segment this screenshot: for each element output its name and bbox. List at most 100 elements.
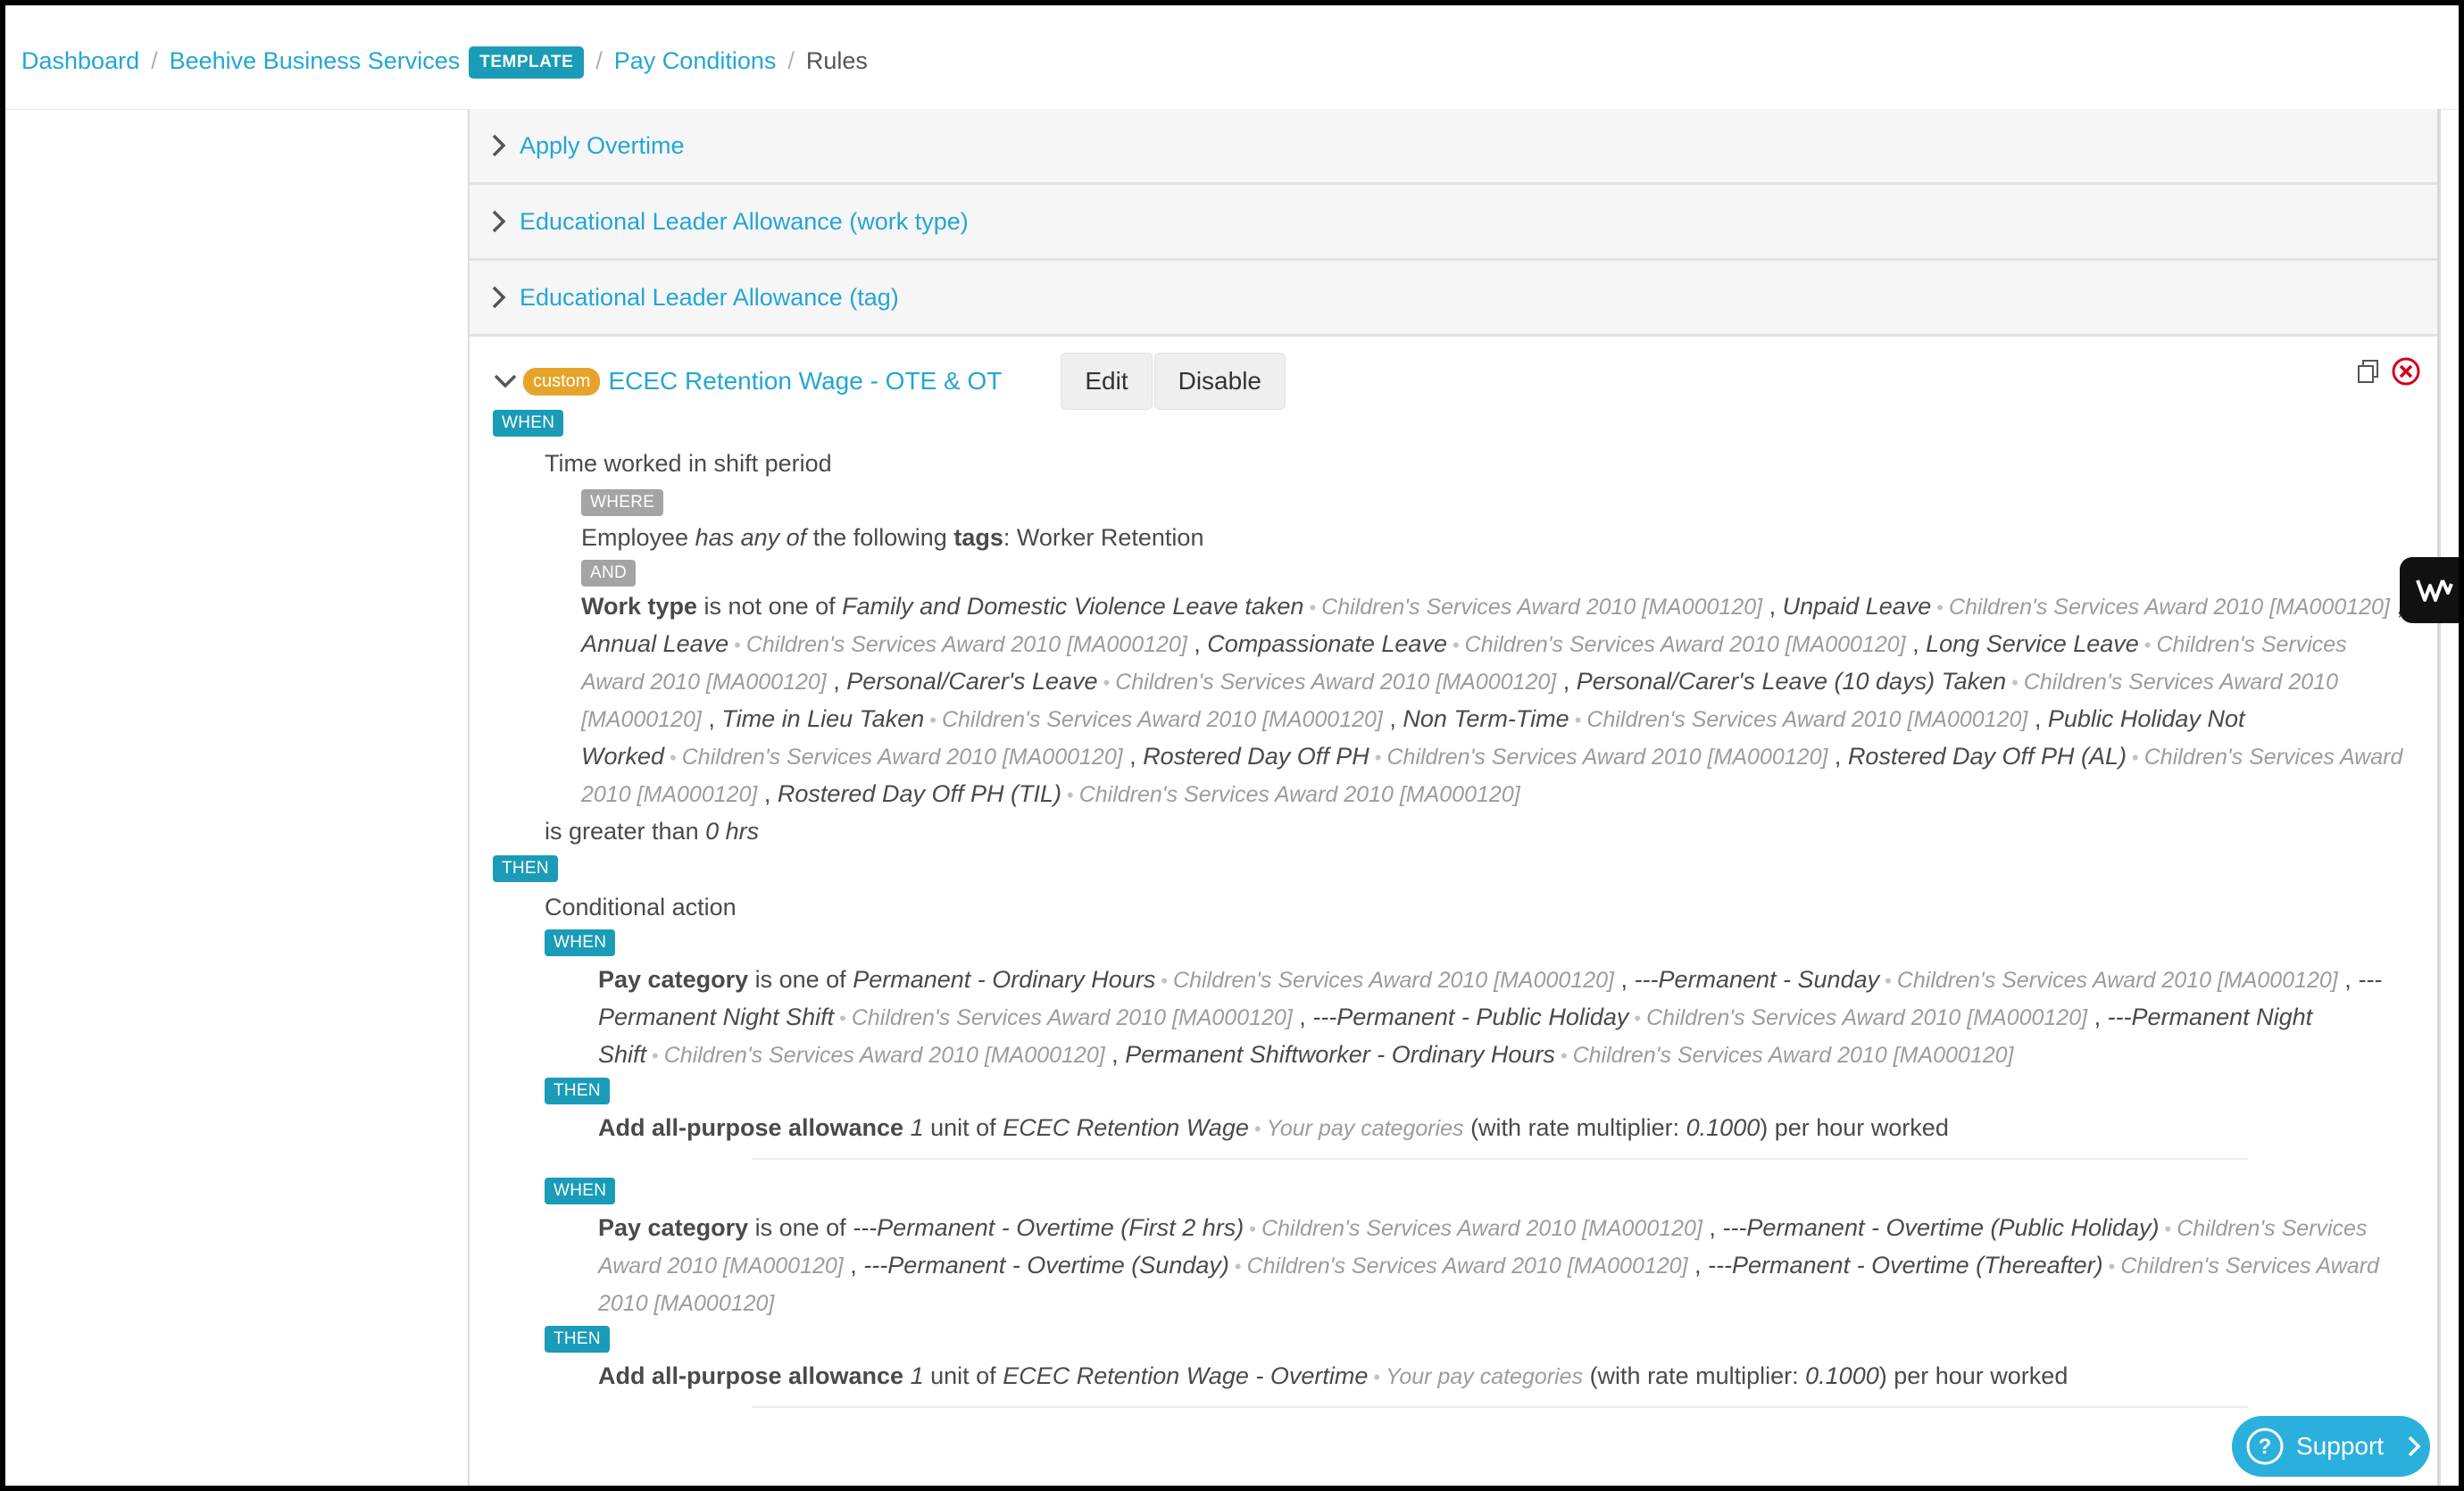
bullet-dot: • (839, 1007, 846, 1029)
breadcrumb: Dashboard / Beehive Business Services TE… (21, 37, 868, 84)
conditional-action-title: Conditional action (545, 894, 737, 920)
allowance-source: Your pay categories (1386, 1364, 1584, 1389)
pay-category-item: ---Permanent - Overtime (First 2 hrs) (853, 1214, 1244, 1241)
rules-panel: Apply Overtime Educational Leader Allowa… (468, 109, 2441, 1486)
chevron-right-icon (491, 279, 520, 315)
rule-name[interactable]: Educational Leader Allowance (work type) (520, 208, 969, 236)
where-tag: WHERE (581, 489, 664, 516)
then-block: THEN (493, 855, 2439, 882)
award-name: Children's Services Award 2010 [MA000120… (1173, 968, 1614, 993)
where-line: Employee has any of the following tags: … (581, 520, 2439, 556)
bullet-dot: • (1936, 596, 1944, 619)
action-unit-of: unit of (930, 1362, 996, 1389)
where-tags-word: tags (953, 524, 1003, 551)
award-name: Children's Services Award 2010 [MA000120… (1261, 1216, 1702, 1241)
list-separator: , (1186, 630, 1208, 657)
bullet-dot: • (1634, 1007, 1642, 1029)
list-separator: , (843, 1252, 864, 1279)
allowance-name: ECEC Retention Wage (1003, 1114, 1249, 1141)
when-block: WHEN (493, 410, 2439, 437)
scrollbar-track[interactable] (2437, 109, 2439, 1486)
edit-button[interactable]: Edit (1061, 353, 1153, 410)
list-separator: , (757, 780, 778, 807)
pay-category-operator: is one of (754, 1214, 846, 1241)
bullet-dot: • (652, 1045, 659, 1067)
bullet-dot: • (1161, 970, 1169, 992)
where-block: WHERE Employee has any of the following … (581, 489, 2439, 813)
bullet-dot: • (1234, 1255, 1242, 1278)
list-separator: , (1702, 1214, 1723, 1241)
award-name: Children's Services Award 2010 [MA000120… (941, 707, 1383, 732)
worktype-item: Unpaid Leave (1782, 593, 1932, 620)
multiplier-value: 0.1000 (1805, 1362, 1879, 1389)
multiplier-suffix: ) per hour worked (1878, 1362, 2069, 1389)
rule-name[interactable]: Educational Leader Allowance (tag) (520, 284, 899, 312)
list-separator: , (2027, 705, 2048, 732)
support-button[interactable]: ? Support (2232, 1416, 2430, 1477)
list-separator: , (2087, 1004, 2108, 1030)
bullet-dot: • (2132, 746, 2139, 769)
conditional-branch: WHEN Pay category is one of Permanent - O… (493, 929, 2439, 1160)
bullet-dot: • (929, 709, 936, 731)
worktype-operator: is not one of (703, 593, 836, 620)
breadcrumb-pay-conditions[interactable]: Pay Conditions (614, 47, 777, 75)
disable-button[interactable]: Disable (1153, 353, 1286, 410)
greater-than-line: is greater than 0 hrs (545, 813, 2439, 850)
award-name: Children's Services Award 2010 [MA000120… (851, 1005, 1293, 1030)
award-name: Children's Services Award 2010 [MA000120… (1321, 595, 1763, 620)
bullet-dot: • (1249, 1218, 1256, 1240)
bullet-dot: • (1452, 634, 1460, 656)
award-name: Children's Services Award 2010 [MA000120… (1572, 1043, 2014, 1068)
pay-category-item: Permanent - Ordinary Hours (853, 966, 1156, 993)
pay-category-item: ---Permanent - Overtime (Thereafter) (1708, 1252, 2103, 1279)
branch-then: THEN (545, 1078, 2439, 1104)
bullet-dot: • (1574, 709, 1582, 731)
rule-name[interactable]: ECEC Retention Wage - OTE & OT (608, 367, 1002, 396)
then-tag: THEN (545, 1326, 610, 1353)
action-label: Add all-purpose allowance (598, 1362, 904, 1389)
action-units: 1 (910, 1362, 924, 1389)
award-name: Children's Services Award 2010 [MA000120… (663, 1043, 1105, 1068)
w-logo-icon (2416, 579, 2453, 602)
chevron-right-icon (2408, 1436, 2421, 1457)
then-tag: THEN (493, 855, 558, 882)
chevron-down-icon[interactable] (493, 373, 520, 389)
worktype-item: Compassionate Leave (1207, 630, 1447, 657)
then-tag: THEN (545, 1078, 610, 1104)
worktype-item: Rostered Day Off PH (AL) (1847, 743, 2127, 770)
rule-row-educational-leader-work-type[interactable]: Educational Leader Allowance (work type) (470, 185, 2439, 261)
multiplier-prefix: (with rate multiplier: (1470, 1114, 1680, 1141)
pay-category-label: Pay category (598, 1214, 749, 1241)
breadcrumb-separator: / (787, 46, 795, 74)
breadcrumb-dashboard[interactable]: Dashboard (21, 47, 139, 75)
bullet-dot: • (1560, 1045, 1568, 1067)
breadcrumb-business[interactable]: Beehive Business Services (170, 47, 461, 75)
list-separator: , (701, 705, 722, 732)
pay-category-item: ---Permanent - Overtime (Public Holiday) (1722, 1214, 2160, 1241)
condition-subject: Time worked in shift period (545, 450, 832, 477)
rule-row-apply-overtime[interactable]: Apply Overtime (470, 109, 2439, 185)
breadcrumb-separator: / (595, 46, 603, 74)
when-tag: WHEN (545, 929, 616, 956)
list-separator: , (2337, 966, 2359, 993)
svg-text:?: ? (2259, 1435, 2272, 1459)
chevron-right-icon (491, 128, 520, 163)
pay-category-item: Permanent Shiftworker - Ordinary Hours (1125, 1041, 1555, 1068)
rule-row-educational-leader-tag[interactable]: Educational Leader Allowance (tag) (470, 261, 2439, 337)
action-unit-of: unit of (930, 1114, 996, 1141)
conditional-branch: WHEN Pay category is one of ---Permanent … (493, 1178, 2439, 1408)
award-name: Children's Services Award 2010 [MA000120… (1246, 1254, 1688, 1279)
rule-name[interactable]: Apply Overtime (520, 132, 685, 160)
copy-icon[interactable] (2355, 358, 2382, 389)
pay-category-label: Pay category (598, 966, 749, 993)
branch-then: THEN (545, 1326, 2439, 1353)
list-separator: , (826, 668, 847, 695)
award-name: Children's Services Award 2010 [MA000120… (1078, 782, 1520, 807)
webflow-widget[interactable] (2400, 557, 2459, 623)
delete-icon[interactable] (2391, 356, 2421, 391)
multiplier-prefix: (with rate multiplier: (1589, 1362, 1799, 1389)
pay-category-item: ---Permanent - Overtime (Sunday) (863, 1252, 1229, 1279)
divider (752, 1158, 2248, 1160)
worktype-item: Long Service Leave (1926, 630, 2139, 657)
pay-category-item: ---Permanent - Sunday (1634, 966, 1880, 993)
